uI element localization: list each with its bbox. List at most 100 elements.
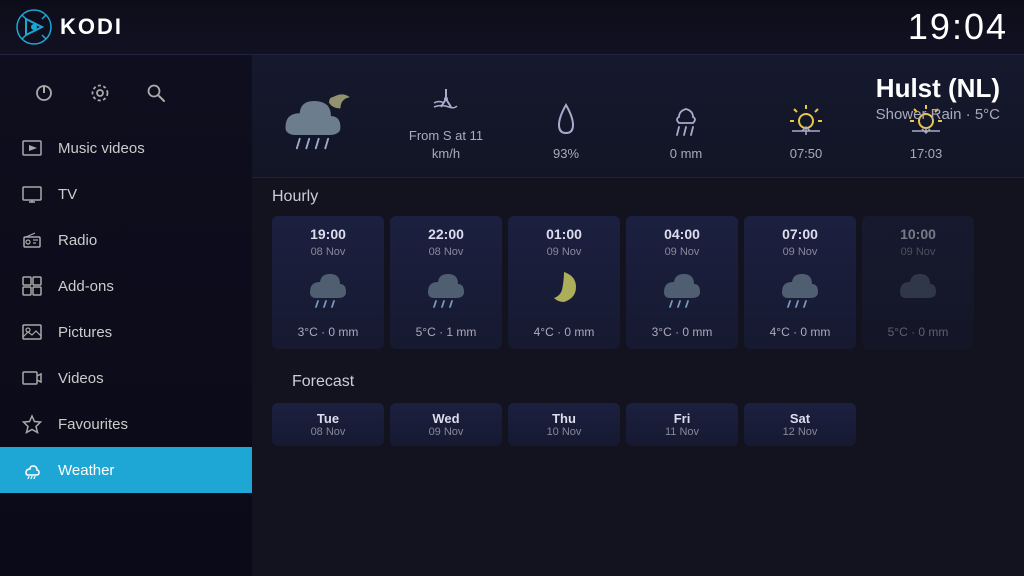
sidebar-top-icons: [0, 65, 252, 125]
sidebar-item-addons[interactable]: Add-ons: [0, 263, 252, 309]
hour-temp-1: 5°C · 1 mm: [416, 325, 477, 339]
sidebar-item-tv[interactable]: TV: [0, 171, 252, 217]
location-name: Hulst (NL): [876, 73, 1000, 104]
hour-time-0: 19:00: [310, 226, 346, 242]
favourites-label: Favourites: [58, 416, 128, 433]
sidebar-item-radio[interactable]: Radio: [0, 217, 252, 263]
precipitation-icon: [669, 101, 703, 139]
forecast-card-4[interactable]: Sat 12 Nov: [744, 403, 856, 446]
hour-icon-3: [656, 266, 708, 313]
clock: 19:04: [908, 6, 1008, 48]
hour-time-2: 01:00: [546, 226, 582, 242]
sidebar-nav: Music videos TV Radio Add-ons Pictures: [0, 125, 252, 493]
forecast-section: Forecast Tue 08 Nov Wed 09 Nov Thu 10 No…: [252, 357, 1024, 446]
pictures-icon: [20, 320, 44, 344]
sidebar-item-favourites[interactable]: Favourites: [0, 401, 252, 447]
hour-icon-0: [302, 266, 354, 313]
hour-temp-2: 4°C · 0 mm: [534, 325, 595, 339]
hour-time-1: 22:00: [428, 226, 464, 242]
kodi-title: KODI: [60, 14, 123, 40]
hourly-row: 19:00 08 Nov 3°C · 0 mm 22:00 08 Nov: [252, 212, 1024, 357]
precipitation-text: 0 mm: [670, 145, 703, 163]
forecast-day-4: Sat: [790, 411, 810, 426]
sunrise-icon: [788, 101, 824, 139]
hour-icon-1: [420, 266, 472, 313]
hour-time-5: 10:00: [900, 226, 936, 242]
hour-icon-5: [892, 266, 944, 313]
sidebar-item-pictures[interactable]: Pictures: [0, 309, 252, 355]
humidity-icon: [551, 101, 581, 139]
forecast-day-1: Wed: [432, 411, 459, 426]
forecast-day-3: Fri: [674, 411, 691, 426]
humidity-text: 93%: [553, 145, 579, 163]
search-button[interactable]: [140, 77, 172, 109]
hour-temp-3: 3°C · 0 mm: [652, 325, 713, 339]
videos-icon: [20, 366, 44, 390]
hour-card-2[interactable]: 01:00 09 Nov 4°C · 0 mm: [508, 216, 620, 349]
forecast-card-0[interactable]: Tue 08 Nov: [272, 403, 384, 446]
wind-icon: [429, 83, 463, 121]
forecast-day-2: Thu: [552, 411, 576, 426]
main-content: From S at 11km/h 93%: [252, 55, 1024, 576]
sidebar: Music videos TV Radio Add-ons Pictures: [0, 55, 252, 576]
sidebar-item-weather[interactable]: Weather: [0, 447, 252, 493]
hour-card-0[interactable]: 19:00 08 Nov 3°C · 0 mm: [272, 216, 384, 349]
location-block: Hulst (NL) Shower Rain · 5°C: [876, 73, 1000, 123]
hour-card-5[interactable]: 10:00 09 Nov 5°C · 0 mm: [862, 216, 974, 349]
forecast-date-0: 08 Nov: [311, 426, 346, 438]
hour-date-0: 08 Nov: [311, 246, 346, 258]
forecast-date-3: 11 Nov: [665, 426, 699, 438]
precipitation-detail: 0 mm: [626, 101, 746, 163]
tv-icon: [20, 182, 44, 206]
addons-label: Add-ons: [58, 278, 114, 295]
hour-card-3[interactable]: 04:00 09 Nov 3°C · 0 mm: [626, 216, 738, 349]
location-condition: Shower Rain · 5°C: [876, 106, 1000, 123]
power-button[interactable]: [28, 77, 60, 109]
sunrise-text: 07:50: [790, 145, 823, 163]
forecast-card-1[interactable]: Wed 09 Nov: [390, 403, 502, 446]
forecast-label: Forecast: [272, 363, 1004, 397]
wind-text: From S at 11km/h: [409, 127, 483, 163]
hour-date-2: 09 Nov: [547, 246, 582, 258]
hour-temp-0: 3°C · 0 mm: [298, 325, 359, 339]
tv-label: TV: [58, 186, 77, 203]
forecast-date-1: 09 Nov: [429, 426, 464, 438]
forecast-card-3[interactable]: Fri 11 Nov: [626, 403, 738, 446]
weather-label: Weather: [58, 462, 114, 479]
forecast-card-2[interactable]: Thu 10 Nov: [508, 403, 620, 446]
favourites-icon: [20, 412, 44, 436]
hour-card-4[interactable]: 07:00 09 Nov 4°C · 0 mm: [744, 216, 856, 349]
hourly-label: Hourly: [252, 178, 1024, 212]
header: KODI 19:04: [0, 0, 1024, 55]
music-videos-label: Music videos: [58, 140, 145, 157]
hour-icon-4: [774, 266, 826, 313]
forecast-row: Tue 08 Nov Wed 09 Nov Thu 10 Nov Fri 11 …: [272, 397, 1004, 446]
wind-detail: From S at 11km/h: [386, 83, 506, 163]
sunrise-detail: 07:50: [746, 101, 866, 163]
hour-time-3: 04:00: [664, 226, 700, 242]
current-weather-icon: [276, 73, 366, 163]
radio-icon: [20, 228, 44, 252]
forecast-date-4: 12 Nov: [783, 426, 818, 438]
forecast-day-0: Tue: [317, 411, 339, 426]
hour-temp-4: 4°C · 0 mm: [770, 325, 831, 339]
addons-icon: [20, 274, 44, 298]
hour-date-3: 09 Nov: [665, 246, 700, 258]
hour-temp-5: 5°C · 0 mm: [888, 325, 949, 339]
videos-label: Videos: [58, 370, 104, 387]
settings-button[interactable]: [84, 77, 116, 109]
hour-icon-2: [538, 266, 590, 313]
pictures-label: Pictures: [58, 324, 112, 341]
kodi-logo: KODI: [16, 9, 123, 45]
current-weather-panel: From S at 11km/h 93%: [252, 55, 1024, 178]
hour-card-1[interactable]: 22:00 08 Nov 5°C · 1 mm: [390, 216, 502, 349]
sidebar-item-music-videos[interactable]: Music videos: [0, 125, 252, 171]
music-videos-icon: [20, 136, 44, 160]
sidebar-item-videos[interactable]: Videos: [0, 355, 252, 401]
hour-time-4: 07:00: [782, 226, 818, 242]
radio-label: Radio: [58, 232, 97, 249]
sunset-text: 17:03: [910, 145, 943, 163]
forecast-date-2: 10 Nov: [547, 426, 582, 438]
weather-icon: [20, 458, 44, 482]
hour-date-1: 08 Nov: [429, 246, 464, 258]
